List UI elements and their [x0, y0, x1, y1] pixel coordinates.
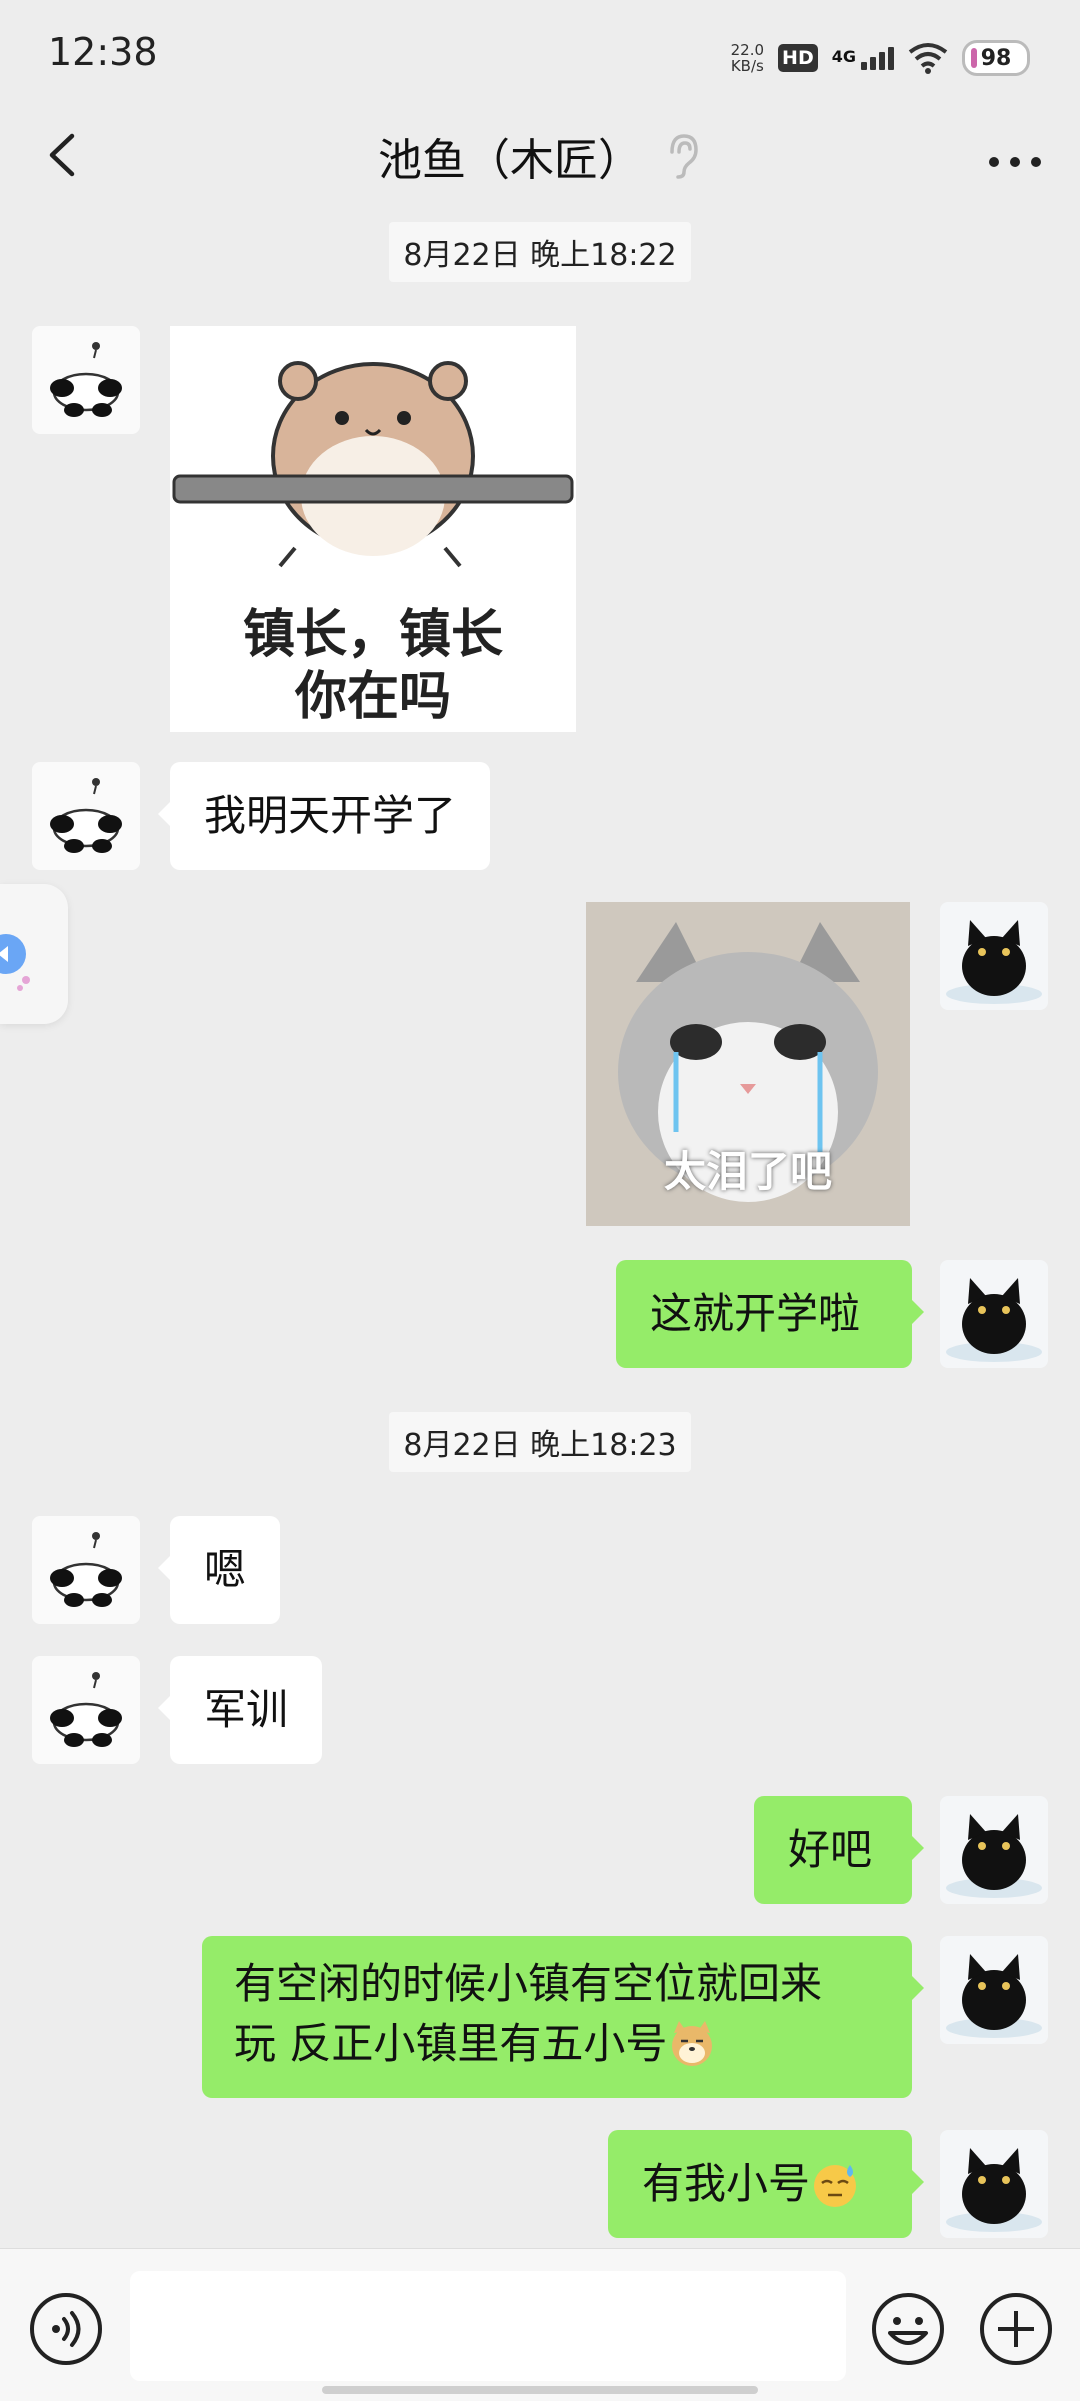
- self-avatar[interactable]: [940, 1260, 1048, 1368]
- contact-avatar[interactable]: [32, 762, 140, 870]
- plus-icon[interactable]: [978, 2291, 1054, 2367]
- chat-title: 池鱼（木匠）: [378, 135, 642, 186]
- message-bubble-sent[interactable]: 好吧: [754, 1796, 924, 1904]
- home-indicator[interactable]: [322, 2386, 758, 2394]
- network-type-label: 4G: [831, 46, 856, 66]
- hamster-sticker-caption: 镇长，镇长 你在吗: [242, 605, 503, 727]
- panda-icon: [50, 342, 122, 417]
- voice-icon[interactable]: [28, 2291, 104, 2367]
- floating-app-icon: [0, 934, 30, 991]
- message-bubble-received[interactable]: 嗯: [157, 1516, 281, 1624]
- status-icons: 22.0 KB/s HD 4G 98: [731, 36, 1030, 80]
- doge-emoji-icon: [672, 2021, 713, 2066]
- emoji-icon[interactable]: [870, 2291, 946, 2367]
- battery-level: 98: [980, 45, 1012, 71]
- message-bubble-sent[interactable]: 有我小号: [608, 2130, 924, 2238]
- message-bubble-received[interactable]: 我明天开学了: [157, 762, 491, 870]
- more-icon[interactable]: [980, 120, 1050, 190]
- status-time: 12:38: [48, 30, 158, 74]
- panda-icon: [50, 1672, 122, 1747]
- contact-avatar[interactable]: [32, 1656, 140, 1764]
- hamster-sticker[interactable]: 镇长，镇长 你在吗: [170, 326, 576, 732]
- network-speed: 22.0 KB/s: [731, 42, 764, 74]
- contact-avatar[interactable]: [32, 1516, 140, 1624]
- battery-icon: 98: [962, 40, 1030, 76]
- message-bubble-received[interactable]: 军训: [157, 1656, 323, 1764]
- crying-cat-sticker-caption: 太泪了吧: [663, 1147, 832, 1196]
- contact-avatar[interactable]: [32, 326, 140, 434]
- message-bubble-sent[interactable]: 有空闲的时候小镇有空位就回来 玩 反正小镇里有五小号: [202, 1936, 924, 2098]
- black-cat-icon: [946, 2148, 1042, 2232]
- self-avatar[interactable]: [940, 902, 1048, 1010]
- cellular-signal-icon: 4G: [831, 46, 894, 70]
- black-cat-icon: [946, 1954, 1042, 2038]
- black-cat-icon: [946, 1814, 1042, 1898]
- wifi-icon: [908, 43, 948, 74]
- chat-title-area: 池鱼（木匠）: [0, 124, 1080, 188]
- hd-icon: HD: [778, 44, 818, 72]
- status-bar: 12:38 22.0 KB/s HD 4G 98: [0, 0, 1080, 100]
- message-bubble-sent[interactable]: 这就开学啦: [616, 1260, 924, 1368]
- black-cat-icon: [946, 920, 1042, 1004]
- self-avatar[interactable]: [940, 1936, 1048, 2044]
- black-cat-icon: [946, 1278, 1042, 1362]
- chat-header: 池鱼（木匠）: [0, 100, 1080, 210]
- panda-icon: [50, 1532, 122, 1607]
- input-bar: [0, 2248, 1080, 2401]
- network-speed-unit: KB/s: [730, 57, 764, 75]
- floating-window-handle[interactable]: [0, 884, 68, 1024]
- sweat-emoji-icon: [814, 2165, 857, 2207]
- self-avatar[interactable]: [940, 2130, 1048, 2238]
- timestamp-2: 8月22日 晚上18:23: [0, 1412, 1080, 1472]
- crying-cat-sticker[interactable]: 太泪了吧: [586, 902, 910, 1226]
- network-speed-value: 22.0: [730, 41, 765, 59]
- ear-icon[interactable]: [662, 130, 702, 180]
- self-avatar[interactable]: [940, 1796, 1048, 1904]
- panda-icon: [50, 778, 122, 853]
- message-input[interactable]: [130, 2271, 846, 2381]
- timestamp-1: 8月22日 晚上18:22: [0, 222, 1080, 282]
